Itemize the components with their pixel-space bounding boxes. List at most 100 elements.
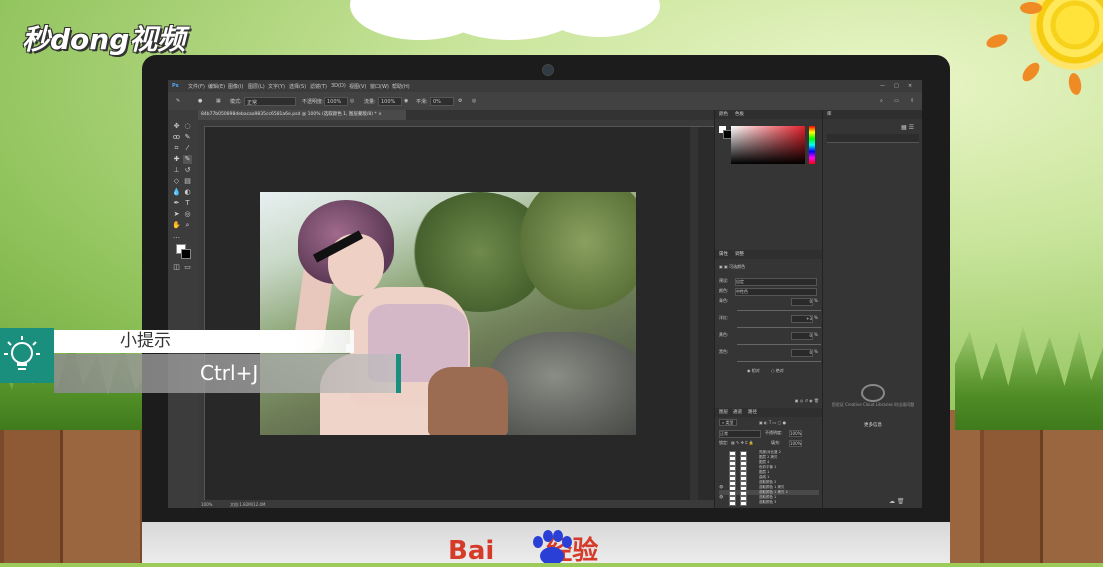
more-tools-icon[interactable]: … — [172, 232, 181, 241]
screen-mode-icon[interactable]: ▭ — [183, 263, 192, 272]
black-row: 黑色: 0 % — [719, 349, 821, 365]
airbrush-icon[interactable]: ◉ — [404, 98, 408, 104]
document-photo[interactable] — [260, 192, 636, 435]
filter-icons[interactable]: ▣ ◐ T ▭ ▢ ● — [759, 420, 786, 425]
hue-slider[interactable] — [809, 126, 815, 164]
pressure-opacity-icon[interactable]: ◎ — [350, 98, 354, 104]
menu-edit[interactable]: 编辑(E) — [208, 83, 225, 90]
menu-help[interactable]: 帮助(H) — [392, 83, 410, 90]
menu-3d[interactable]: 3D(D) — [331, 83, 346, 89]
tip-title: 小提示 — [120, 331, 171, 351]
preset-select[interactable]: 自定 — [735, 278, 817, 286]
quick-select-tool-icon[interactable]: ✎ — [183, 133, 192, 142]
menu-select[interactable]: 选择(S) — [289, 83, 306, 90]
layer-row[interactable]: 选取颜色 3 — [719, 500, 819, 506]
tip-accent-bar — [396, 354, 401, 393]
zoom-tool-icon[interactable]: ⌕ — [183, 221, 192, 230]
menu-image[interactable]: 图像(I) — [228, 83, 243, 90]
libraries-footer-icons[interactable]: ☁ 🗑 — [889, 498, 905, 505]
magenta-row: 洋红: +3 % — [719, 315, 821, 331]
mode-select[interactable]: 正常 — [244, 97, 296, 106]
absolute-radio[interactable]: ○ 绝对 — [771, 368, 784, 374]
eyedropper-tool-icon[interactable]: ⁄ — [183, 144, 192, 153]
tab-paths[interactable]: 路径 — [748, 408, 757, 417]
hand-tool-icon[interactable]: ✋ — [172, 221, 181, 230]
blend-mode-select[interactable]: 正常 — [719, 430, 761, 438]
type-tool-icon[interactable]: T — [183, 199, 192, 208]
tab-swatches[interactable]: 色板 — [735, 110, 744, 119]
color-field[interactable] — [731, 126, 805, 164]
healing-tool-icon[interactable]: ✚ — [172, 155, 181, 164]
flow-input[interactable]: 100% — [378, 97, 402, 106]
layer-opacity-input[interactable]: 100% — [789, 430, 803, 437]
library-search[interactable] — [827, 134, 919, 143]
dodge-tool-icon[interactable]: ◐ — [183, 188, 192, 197]
black-input[interactable]: 0 — [791, 349, 813, 357]
move-tool-icon[interactable]: ✥ — [172, 122, 181, 131]
tab-adjustments[interactable]: 调整 — [735, 250, 744, 259]
shape-tool-icon[interactable]: ◎ — [183, 210, 192, 219]
path-select-tool-icon[interactable]: ➤ — [172, 210, 181, 219]
lasso-tool-icon[interactable]: ꝏ — [172, 133, 181, 142]
library-view-icons[interactable]: ▦ ☰ — [901, 124, 914, 131]
magenta-slider[interactable] — [737, 327, 821, 328]
menu-window[interactable]: 窗口(W) — [370, 83, 389, 90]
minimize-icon[interactable]: — — [880, 83, 885, 89]
cyan-input[interactable]: 0 — [791, 298, 813, 306]
zoom-level[interactable]: 100% — [201, 502, 212, 507]
blur-tool-icon[interactable]: 💧 — [172, 188, 181, 197]
eraser-tool-icon[interactable]: ◇ — [172, 177, 181, 186]
more-info-link[interactable]: 更多信息 — [831, 422, 915, 428]
tab-layers[interactable]: 图层 — [719, 408, 728, 417]
tab-libraries[interactable]: 库 — [827, 110, 832, 119]
gradient-tool-icon[interactable]: ▤ — [183, 177, 192, 186]
relative-label: 相对 — [751, 368, 760, 373]
menu-filter[interactable]: 滤镜(T) — [310, 83, 327, 90]
share-icon[interactable]: ⇪ — [910, 98, 914, 104]
photoshop-window: Ps 文件(F) 编辑(E) 图像(I) 图层(L) 文字(Y) 选择(S) 滤… — [168, 80, 922, 508]
pressure-size-icon[interactable]: ◎ — [472, 98, 476, 104]
lock-icons[interactable]: ▦ ✎ ✥ ⌗ 🔒 — [731, 440, 754, 445]
brush-tool-icon[interactable]: ✎ — [183, 155, 192, 164]
search-icon[interactable]: ⌕ — [880, 98, 883, 104]
gear-icon[interactable]: ⚙ — [458, 98, 462, 104]
menu-type[interactable]: 文字(Y) — [268, 83, 285, 90]
menu-file[interactable]: 文件(F) — [188, 83, 205, 90]
background-color-swatch[interactable] — [181, 249, 191, 259]
stamp-tool-icon[interactable]: ⊥ — [172, 166, 181, 175]
smooth-label: 平滑: — [416, 99, 428, 105]
yellow-input[interactable]: 0 — [791, 332, 813, 340]
tab-color[interactable]: 颜色 — [719, 110, 728, 119]
document-tab[interactable]: 84b77b050898debacaa9835cc6581a6e.psd @ 1… — [198, 110, 406, 120]
sun-ray — [1020, 2, 1042, 14]
ps-logo-icon[interactable]: Ps — [172, 83, 179, 89]
menu-layer[interactable]: 图层(L) — [248, 83, 265, 90]
brush-tool-icon[interactable]: ✎ — [176, 98, 180, 104]
opacity-input[interactable]: 100% — [324, 97, 348, 106]
brush-panel-icon[interactable]: ▦ — [216, 98, 221, 104]
maximize-icon[interactable]: □ — [894, 83, 899, 89]
quick-mask-icon[interactable]: ◫ — [172, 263, 181, 272]
close-icon[interactable]: × — [908, 83, 912, 89]
magenta-input[interactable]: +3 — [791, 315, 813, 323]
crop-tool-icon[interactable]: ⌗ — [172, 144, 181, 153]
tab-properties[interactable]: 属性 — [719, 250, 728, 259]
colors-select[interactable]: 中性色 — [735, 288, 817, 296]
menu-view[interactable]: 视图(V) — [349, 83, 366, 90]
relative-radio[interactable]: ◉ 相对 — [747, 368, 760, 374]
pen-tool-icon[interactable]: ✒ — [172, 199, 181, 208]
filter-kind-select[interactable]: ⌕ 类型 — [719, 419, 737, 426]
cyan-slider[interactable] — [737, 310, 821, 311]
vertical-scrollbar[interactable] — [690, 127, 698, 500]
fill-input[interactable]: 100% — [789, 440, 803, 447]
workspace-icon[interactable]: ▭ — [894, 98, 899, 104]
yellow-slider[interactable] — [737, 344, 821, 345]
tab-channels[interactable]: 通道 — [733, 408, 742, 417]
history-brush-tool-icon[interactable]: ↺ — [183, 166, 192, 175]
layer-list: 亮度/对比度 2 图层 2 拷贝 图层 4 色彩平衡 1 图层 1 曲线 1 选取颜色 2 👁… — [715, 450, 823, 506]
black-slider[interactable] — [737, 361, 821, 362]
layer-thumbnail — [729, 501, 736, 506]
smooth-input[interactable]: 0% — [430, 97, 454, 106]
marquee-tool-icon[interactable]: ◌ — [183, 122, 192, 131]
brush-preset-icon[interactable]: ● — [198, 98, 202, 104]
